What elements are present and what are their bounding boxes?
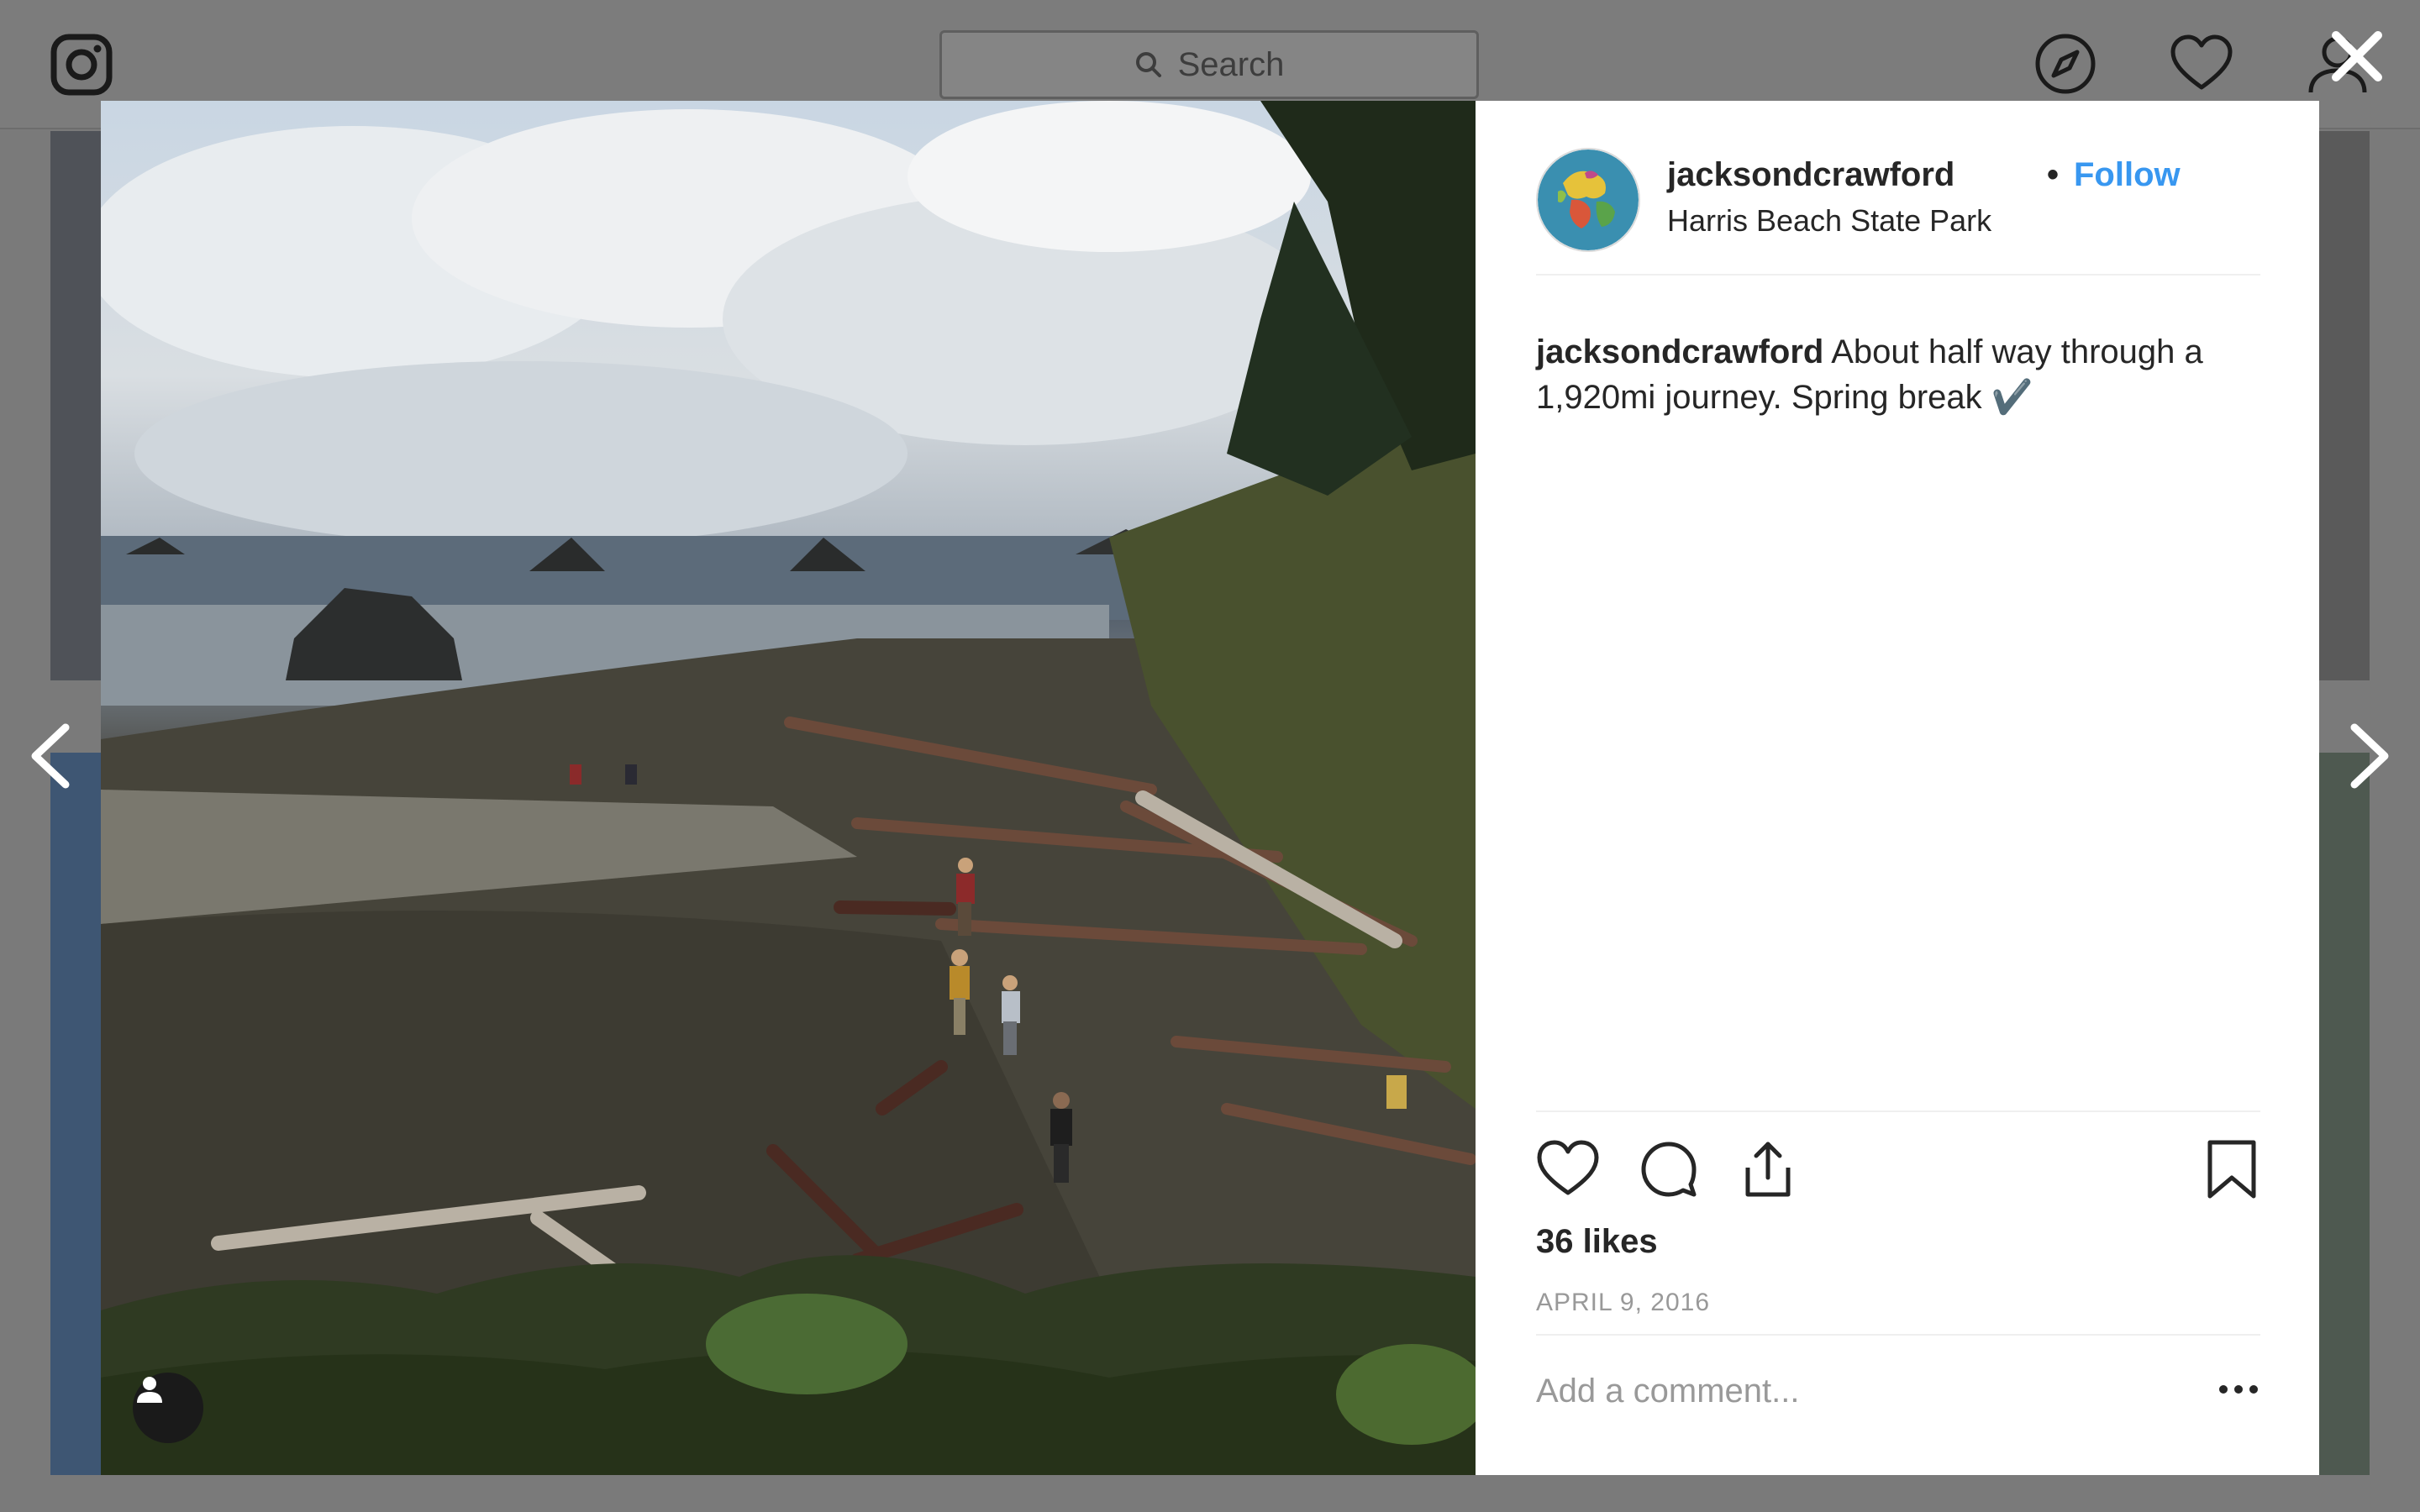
separator-dot: • [2047,156,2060,193]
share-icon[interactable] [1736,1137,1800,1201]
comment-input[interactable] [1536,1368,2175,1415]
close-icon[interactable] [2328,27,2386,86]
compass-icon[interactable] [2033,32,2097,96]
avatar[interactable] [1536,148,1640,252]
comment-icon[interactable] [1637,1137,1701,1201]
post-header: jacksondcrawford • Follow Harris Beach S… [1536,148,2260,276]
heart-icon[interactable] [2170,32,2233,96]
ellipsis-icon[interactable] [2217,1373,2260,1406]
follow-button[interactable]: Follow [2074,156,2181,194]
post-sidebar: jacksondcrawford • Follow Harris Beach S… [1476,101,2319,1475]
heart-outline-icon[interactable] [1536,1137,1600,1201]
like-count[interactable]: 36 likes [1536,1223,1658,1261]
background-tile [2319,753,2370,1475]
post-date: APRIL 9, 2016 [1536,1289,1711,1316]
caption-username[interactable]: jacksondcrawford [1536,333,1823,370]
globe-avatar-image [1538,150,1639,250]
post-caption: jacksondcrawford About half way through … [1536,329,2260,420]
post-modal: jacksondcrawford • Follow Harris Beach S… [101,101,2319,1475]
post-photo[interactable] [101,101,1476,1475]
beach-scene-illustration [101,101,1476,1475]
post-actions [1536,1110,2260,1199]
background-tile [50,753,101,1475]
tagged-users-button[interactable] [133,1373,203,1443]
search-icon [1135,52,1161,77]
user-tag-icon [137,1377,162,1403]
search-input[interactable]: Search [939,30,1479,99]
chevron-left-icon[interactable] [25,721,76,791]
bookmark-icon[interactable] [2200,1137,2264,1201]
post-username[interactable]: jacksondcrawford [1667,156,1954,194]
comment-section [1536,1334,2260,1436]
search-placeholder: Search [1177,45,1285,83]
background-tile [50,131,101,680]
post-location[interactable]: Harris Beach State Park [1667,203,1991,239]
instagram-icon[interactable] [50,34,113,96]
chevron-right-icon[interactable] [2344,721,2395,791]
background-tile [2319,131,2370,680]
